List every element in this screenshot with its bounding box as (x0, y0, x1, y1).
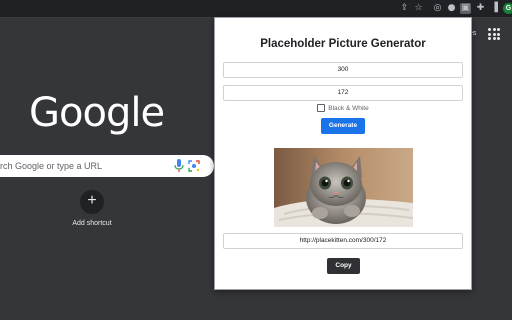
mic-icon[interactable] (174, 159, 184, 173)
bw-checkbox-label: Black & White (328, 104, 369, 112)
width-input[interactable]: 300 (223, 62, 463, 78)
bw-checkbox-row[interactable]: Black & White (215, 104, 471, 112)
generate-button[interactable]: Generate (321, 118, 365, 134)
add-shortcut-label: Add shortcut (72, 220, 112, 227)
copy-button[interactable]: Copy (327, 258, 360, 274)
share-icon[interactable]: ⇪ (399, 3, 410, 14)
extension-icon[interactable]: ● (446, 3, 457, 14)
sidebar-icon[interactable]: ▐ (489, 3, 500, 14)
extension-icon[interactable]: ◎ (432, 3, 443, 14)
search-box[interactable]: rch Google or type a URL (0, 155, 214, 177)
height-input[interactable]: 172 (223, 85, 463, 101)
google-logo: Google (29, 90, 165, 136)
extension-popup: Placeholder Picture Generator 300 172 Bl… (214, 17, 472, 290)
add-shortcut-button[interactable]: + (80, 190, 104, 214)
star-icon[interactable]: ☆ (413, 3, 424, 14)
placeholder-extension-icon[interactable]: ▣ (460, 3, 471, 14)
url-output[interactable]: http://placekitten.com/300/172 (223, 233, 463, 249)
profile-avatar[interactable]: G (503, 3, 512, 14)
lens-icon[interactable] (188, 160, 200, 172)
kitten-preview-image (274, 148, 413, 227)
popup-title: Placeholder Picture Generator (260, 38, 426, 50)
puzzle-icon[interactable]: ✚ (475, 3, 486, 14)
bw-checkbox[interactable] (317, 104, 326, 112)
apps-grid-icon[interactable] (488, 28, 500, 40)
search-placeholder: rch Google or type a URL (0, 161, 103, 171)
browser-toolbar: ⇪ ☆ ◎ ● ▣ ✚ ▐ G (0, 0, 512, 18)
